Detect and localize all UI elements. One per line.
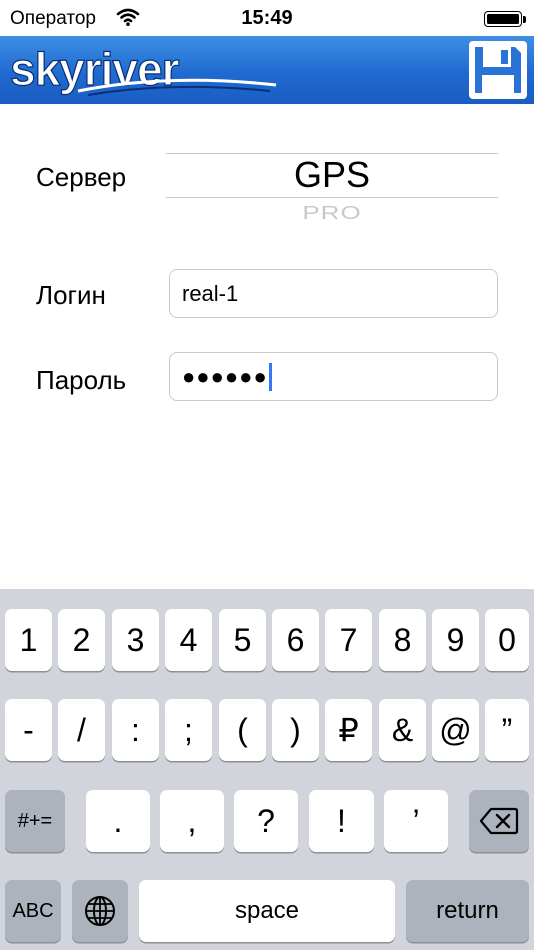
key-2[interactable]: 2 [58,609,105,671]
numeric-keyboard: 1 2 3 4 5 6 7 8 9 0 - / : ; ( ) ₽ & @ ” … [0,589,534,950]
floppy-disk-icon [475,47,521,93]
server-label: Сервер [36,162,127,192]
password-masked-value: ●●●●●● [182,363,268,389]
picker-bottom-line [166,197,498,198]
key-3[interactable]: 3 [112,609,159,671]
key-question[interactable]: ? [234,790,298,852]
key-close-paren[interactable]: ) [272,699,319,761]
key-0[interactable]: 0 [485,609,529,671]
abc-key[interactable]: ABC [5,880,61,942]
app-header: skyriver [0,36,534,104]
key-1[interactable]: 1 [5,609,52,671]
key-exclamation[interactable]: ! [309,790,374,852]
save-button[interactable] [469,41,527,99]
backspace-icon [479,807,519,835]
battery-tip [523,16,526,23]
key-5[interactable]: 5 [219,609,266,671]
battery-icon [484,11,522,27]
key-8[interactable]: 8 [379,609,426,671]
key-open-paren[interactable]: ( [219,699,266,761]
login-value: real-1 [182,280,239,306]
skyriver-logo: skyriver [9,45,277,96]
key-quote[interactable]: ” [485,699,529,761]
server-picker[interactable]: GPS PRO [166,140,498,230]
key-hyphen[interactable]: - [5,699,52,761]
password-label: Пароль [36,365,127,395]
key-period[interactable]: . [86,790,150,852]
key-7[interactable]: 7 [325,609,372,671]
status-time: 15:49 [241,7,293,29]
key-ruble[interactable]: ₽ [325,699,372,761]
key-colon[interactable]: : [112,699,159,761]
space-key[interactable]: space [139,880,395,942]
globe-key[interactable] [72,880,128,942]
key-ampersand[interactable]: & [379,699,426,761]
password-input[interactable]: ●●●●●● [169,352,498,401]
login-label: Логин [36,280,106,310]
picker-selected-option[interactable]: GPS [166,154,498,196]
key-4[interactable]: 4 [165,609,212,671]
text-caret [268,362,272,391]
return-key[interactable]: return [406,880,529,942]
symbols-mode-key[interactable]: #+= [5,790,65,852]
key-semicolon[interactable]: ; [165,699,212,761]
key-at[interactable]: @ [432,699,479,761]
key-9[interactable]: 9 [432,609,479,671]
status-bar: Оператор 15:49 [0,0,534,36]
key-comma[interactable]: , [160,790,224,852]
key-apostrophe[interactable]: ’ [384,790,448,852]
login-input[interactable]: real-1 [169,269,498,318]
picker-next-option[interactable]: PRO [166,202,498,224]
backspace-key[interactable] [469,790,529,852]
key-slash[interactable]: / [58,699,105,761]
key-6[interactable]: 6 [272,609,319,671]
globe-icon [85,896,115,926]
